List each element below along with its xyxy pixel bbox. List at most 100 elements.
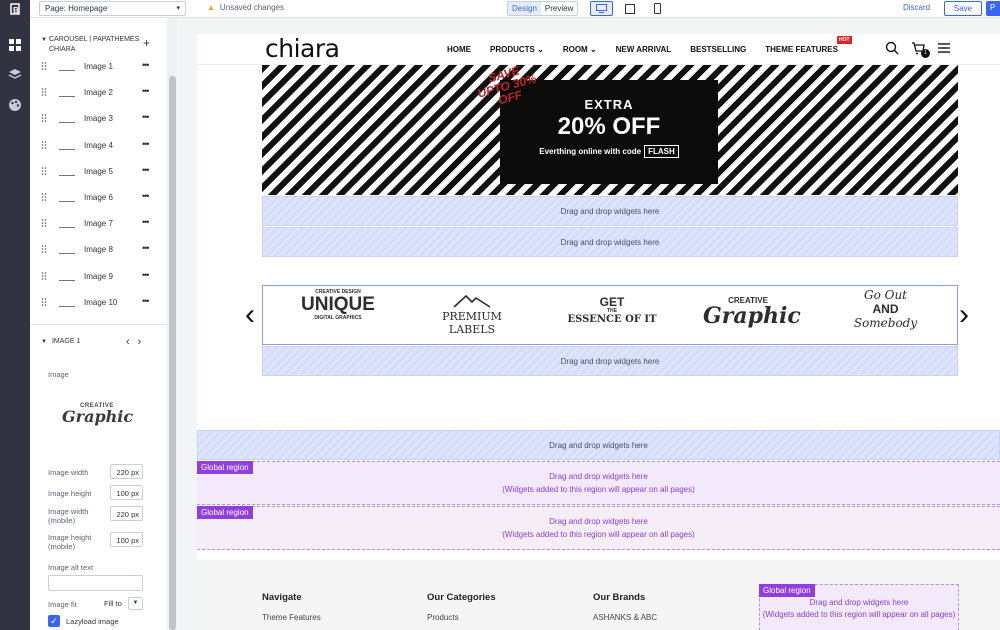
next-item-button[interactable]: › — [138, 336, 150, 348]
menu-theme-features[interactable]: THEME FEATURES — [765, 45, 838, 54]
unsaved-status: ▲ Unsaved changes — [207, 3, 284, 12]
drag-handle-icon[interactable] — [41, 297, 47, 306]
carousel-logo[interactable]: CREATIVE Graphic — [703, 296, 801, 327]
carousel-item-label: Image 6 — [84, 193, 113, 202]
save-button[interactable]: Save — [944, 1, 982, 16]
palette-icon[interactable] — [8, 98, 22, 112]
carousel-prev-arrow[interactable]: ‹ — [245, 300, 255, 330]
more-options-icon[interactable]: ••• — [142, 112, 150, 122]
drag-handle-icon[interactable] — [41, 193, 47, 201]
desktop-view-button[interactable] — [590, 1, 613, 16]
drop-zone-text: Drag and drop widgets here — [560, 238, 660, 247]
global-region-zone[interactable]: Drag and drop widgets here (Widgets adde… — [197, 506, 1000, 550]
global-region-tag: Global region — [759, 584, 815, 597]
carousel-item-label: Image 8 — [84, 245, 113, 255]
menu-icon[interactable] — [937, 41, 951, 55]
editor-canvas: chiara HOME PRODUCTS ⌄ ROOM ⌄ NEW ARRIVA… — [177, 18, 1000, 630]
page-select[interactable]: Page: Homepage ▾ — [39, 1, 186, 16]
settings-panel: ▼ CAROUSEL | PAPATHEMES CHIARA + Image 1… — [30, 18, 167, 630]
menu-home[interactable]: HOME — [447, 45, 471, 54]
drag-handle-icon[interactable] — [41, 62, 47, 70]
store-logo[interactable]: chiara — [265, 34, 340, 64]
tablet-view-button[interactable] — [618, 1, 641, 16]
carousel-item-row[interactable]: Image 6 ••• — [41, 191, 157, 205]
carousel-item-row[interactable]: Image 9 ••• — [41, 270, 157, 284]
layers-icon[interactable] — [8, 68, 22, 82]
preview-mode-button[interactable]: Preview — [541, 2, 577, 15]
design-mode-button[interactable]: Design — [508, 2, 541, 15]
image-fit-value: Fill to — [104, 599, 122, 608]
prev-item-button[interactable]: ‹ — [126, 336, 138, 348]
search-icon[interactable] — [885, 41, 899, 55]
menu-new-arrival[interactable]: NEW ARRIVAL — [616, 45, 672, 54]
more-options-icon[interactable]: ••• — [142, 243, 150, 253]
carousel-logo[interactable]: PREMIUM LABELS — [428, 294, 516, 336]
menu-products[interactable]: PRODUCTS ⌄ — [490, 45, 544, 54]
carousel-item-row[interactable]: Image 7 ••• — [41, 217, 157, 231]
drag-handle-icon[interactable] — [41, 219, 47, 227]
drop-zone[interactable]: Drag and drop widgets here — [262, 196, 958, 226]
mobile-view-button[interactable] — [646, 1, 669, 16]
publish-button[interactable]: P — [986, 1, 1000, 16]
footer-link[interactable]: ASHANKS & ABC — [593, 613, 657, 622]
carousel-section-header[interactable]: ▼ CAROUSEL | PAPATHEMES CHIARA — [41, 35, 151, 55]
carousel-next-arrow[interactable]: › — [959, 300, 969, 330]
promo-banner[interactable]: EXTRA 20% OFF Everthing online with code… — [262, 65, 958, 195]
drag-handle-icon[interactable] — [41, 114, 47, 123]
alt-text-input[interactable] — [48, 575, 143, 591]
lazyload-checkbox[interactable]: ✓ — [48, 615, 60, 627]
global-region-zone[interactable]: Drag and drop widgets here (Widgets adde… — [197, 461, 1000, 505]
header-icons — [885, 41, 951, 55]
carousel-item-row[interactable]: Image 8 ••• — [41, 243, 157, 257]
more-options-icon[interactable]: ••• — [142, 165, 150, 175]
menu-bestselling[interactable]: BESTSELLING — [690, 45, 746, 54]
drag-handle-icon[interactable] — [41, 140, 47, 149]
discard-button[interactable]: Discard — [903, 3, 930, 12]
collapse-icon: ▼ — [41, 37, 47, 43]
image-width-input[interactable]: 220 px — [110, 464, 143, 479]
image-height-mobile-input[interactable]: 100 px — [110, 532, 143, 547]
more-options-icon[interactable]: ••• — [142, 270, 150, 280]
carousel-logo[interactable]: CREATIVE DESIGN UNIQUE DIGITAL GRAPHICS — [293, 289, 383, 321]
widgets-icon[interactable] — [8, 38, 22, 52]
image-preview[interactable]: CREATIVE Graphic — [62, 403, 133, 433]
bigcommerce-logo[interactable]: B — [0, 0, 30, 18]
image-thumbnail — [59, 141, 75, 150]
more-options-icon[interactable]: ••• — [142, 139, 150, 149]
carousel-item-row[interactable]: Image 10 ••• — [41, 296, 157, 310]
drop-zone-full[interactable]: Drag and drop widgets here — [197, 430, 1000, 460]
drag-handle-icon[interactable] — [41, 271, 47, 280]
drag-handle-icon[interactable] — [41, 166, 47, 175]
image-detail-header[interactable]: ▼ IMAGE 1 — [41, 338, 80, 345]
carousel-item-row[interactable]: Image 5 ••• — [41, 165, 157, 179]
image-fit-dropdown[interactable]: ▼ — [128, 597, 143, 610]
carousel-item-row[interactable]: Image 3 ••• — [41, 112, 157, 126]
carousel-item-row[interactable]: Image 4 ••• — [41, 139, 157, 153]
image-height-input[interactable]: 100 px — [110, 485, 143, 500]
drop-zone[interactable]: Drag and drop widgets here — [262, 346, 958, 376]
menu-room[interactable]: ROOM ⌄ — [563, 45, 597, 54]
footer-link[interactable]: Theme Features — [262, 613, 321, 622]
logo-carousel[interactable]: CREATIVE DESIGN UNIQUE DIGITAL GRAPHICS … — [262, 285, 958, 345]
main-menu: HOME PRODUCTS ⌄ ROOM ⌄ NEW ARRIVAL BESTS… — [447, 45, 857, 54]
carousel-logo[interactable]: Go Out AND Somebody — [843, 288, 928, 330]
carousel-logo[interactable]: GET THE ESSENCE OF IT — [565, 296, 659, 325]
image-height-mobile-label: Image height (mobile) — [48, 533, 92, 551]
more-options-icon[interactable]: ••• — [142, 191, 150, 201]
more-options-icon[interactable]: ••• — [142, 217, 150, 227]
footer-link[interactable]: Products — [427, 613, 496, 622]
carousel-item-row[interactable]: Image 2 ••• — [41, 86, 157, 100]
more-options-icon[interactable]: ••• — [142, 296, 150, 306]
drop-zone[interactable]: Drag and drop widgets here — [262, 227, 958, 257]
drag-handle-icon[interactable] — [41, 245, 47, 254]
image-thumbnail — [59, 298, 75, 307]
alt-text-label: Image alt text — [48, 563, 94, 572]
store-header: chiara HOME PRODUCTS ⌄ ROOM ⌄ NEW ARRIVA… — [197, 34, 1000, 65]
add-item-button[interactable]: + — [143, 36, 150, 50]
drag-handle-icon[interactable] — [41, 88, 47, 96]
image-width-mobile-input[interactable]: 220 px — [110, 506, 143, 521]
panel-scroll-thumb[interactable] — [169, 76, 176, 630]
more-options-icon[interactable]: ••• — [142, 60, 150, 70]
more-options-icon[interactable]: ••• — [142, 86, 150, 96]
carousel-item-row[interactable]: Image 1 ••• — [41, 60, 157, 74]
